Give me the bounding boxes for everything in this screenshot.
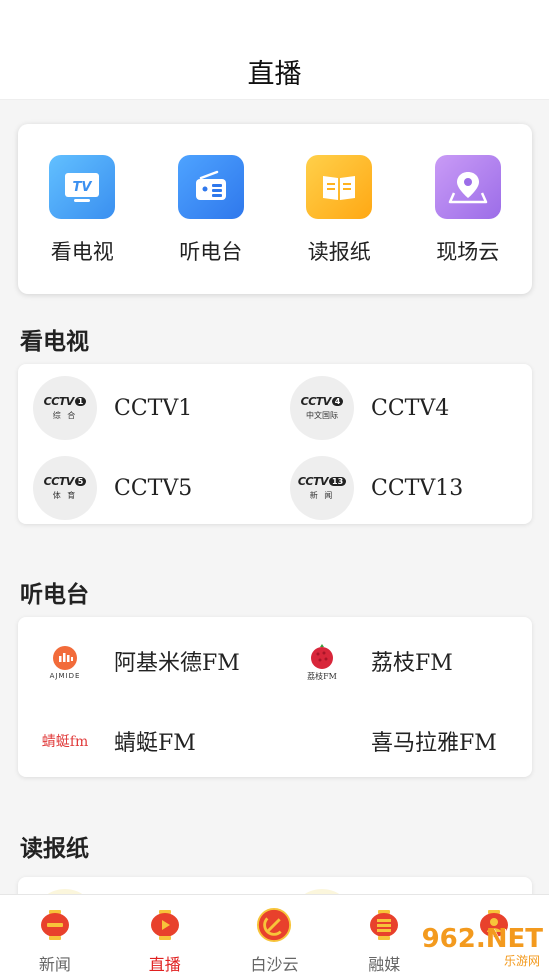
newspaper-section-title: 读报纸 bbox=[20, 835, 89, 862]
location-icon bbox=[434, 155, 501, 219]
ajmide-logo-icon: AJMIDE bbox=[33, 629, 97, 693]
channel-cctv4[interactable]: CCTV 4 中文国际 CCTV4 bbox=[275, 368, 532, 448]
station-qingting[interactable]: 蜻蜓fm 蜻蜓FM bbox=[18, 701, 275, 781]
radio-icon bbox=[177, 155, 244, 219]
watermark: 962.NET 乐游网 bbox=[421, 924, 543, 969]
station-label: 喜马拉雅FM bbox=[371, 731, 497, 756]
newspaper-card bbox=[18, 877, 532, 894]
tv-section-title: 看电视 bbox=[20, 328, 89, 355]
lantern-icon bbox=[37, 907, 73, 943]
channel-label: CCTV1 bbox=[114, 395, 193, 421]
station-label: 蜻蜓FM bbox=[114, 731, 196, 756]
top-bar: 直播 bbox=[0, 0, 549, 100]
live-content[interactable]: TV 看电视 听电台 读报纸 现场云 看电视 CCTV 1 综 合 CCTV1 … bbox=[0, 101, 549, 894]
emblem-icon bbox=[256, 907, 292, 943]
tab-label: 融媒 bbox=[368, 955, 401, 974]
quick-nav-card: TV 看电视 听电台 读报纸 现场云 bbox=[18, 124, 532, 294]
quick-nav-radio[interactable]: 听电台 bbox=[147, 124, 276, 294]
ximalaya-logo-icon bbox=[290, 709, 354, 773]
station-ajmide[interactable]: AJMIDE 阿基米德FM bbox=[18, 621, 275, 701]
cctv13-logo-icon: CCTV 13 新 闻 bbox=[290, 456, 354, 520]
cctv5-logo-icon: CCTV 5 体 育 bbox=[33, 456, 97, 520]
tab-label: 白沙云 bbox=[250, 955, 299, 974]
station-ximalaya[interactable]: 喜马拉雅FM bbox=[275, 701, 532, 781]
lantern-icon bbox=[366, 907, 402, 943]
channel-cctv1[interactable]: CCTV 1 综 合 CCTV1 bbox=[18, 368, 275, 448]
channel-cctv5[interactable]: CCTV 5 体 育 CCTV5 bbox=[18, 448, 275, 528]
channel-label: CCTV13 bbox=[371, 475, 464, 501]
tab-live[interactable]: 直播 bbox=[110, 895, 220, 976]
bottom-tab-bar: 新闻 直播 白沙云 融媒 962.NET 乐游网 bbox=[0, 894, 549, 976]
newspaper-item[interactable] bbox=[18, 881, 275, 894]
tab-baishayun[interactable]: 白沙云 bbox=[220, 895, 330, 976]
station-label: 荔枝FM bbox=[371, 651, 453, 676]
quick-nav-label: 听电台 bbox=[179, 240, 243, 264]
tv-icon: TV bbox=[49, 155, 116, 219]
svg-text:TV: TV bbox=[73, 180, 93, 195]
station-lizhi[interactable]: 荔枝FM 荔枝FM bbox=[275, 621, 532, 701]
quick-nav-scene[interactable]: 现场云 bbox=[404, 124, 533, 294]
cctv1-logo-icon: CCTV 1 综 合 bbox=[33, 376, 97, 440]
tab-label: 新闻 bbox=[38, 955, 71, 974]
quick-nav-label: 看电视 bbox=[50, 240, 114, 264]
station-label: 阿基米德FM bbox=[114, 651, 240, 676]
qingting-logo-icon: 蜻蜓fm bbox=[33, 709, 97, 773]
channel-cctv13[interactable]: CCTV 13 新 闻 CCTV13 bbox=[275, 448, 532, 528]
channel-label: CCTV4 bbox=[371, 395, 450, 421]
quick-nav-newspaper[interactable]: 读报纸 bbox=[275, 124, 404, 294]
quick-nav-label: 读报纸 bbox=[307, 240, 371, 264]
tv-channel-card: CCTV 1 综 合 CCTV1 CCTV 4 中文国际 CCTV4 CCTV … bbox=[18, 364, 532, 524]
page-title: 直播 bbox=[247, 59, 302, 90]
tab-label: 直播 bbox=[148, 955, 181, 974]
quick-nav-label: 现场云 bbox=[436, 240, 500, 264]
tab-news[interactable]: 新闻 bbox=[0, 895, 110, 976]
cctv4-logo-icon: CCTV 4 中文国际 bbox=[290, 376, 354, 440]
newspaper-icon bbox=[306, 155, 373, 219]
quick-nav-tv[interactable]: TV 看电视 bbox=[18, 124, 147, 294]
radio-section-title: 听电台 bbox=[20, 581, 89, 608]
lizhi-logo-icon: 荔枝FM bbox=[290, 629, 354, 693]
radio-station-card: AJMIDE 阿基米德FM 荔枝FM 荔枝FM 蜻蜓fm 蜻蜓FM 喜马拉雅FM bbox=[18, 617, 532, 777]
channel-label: CCTV5 bbox=[114, 475, 193, 501]
lantern-icon bbox=[147, 907, 183, 943]
newspaper-item[interactable] bbox=[275, 881, 532, 894]
